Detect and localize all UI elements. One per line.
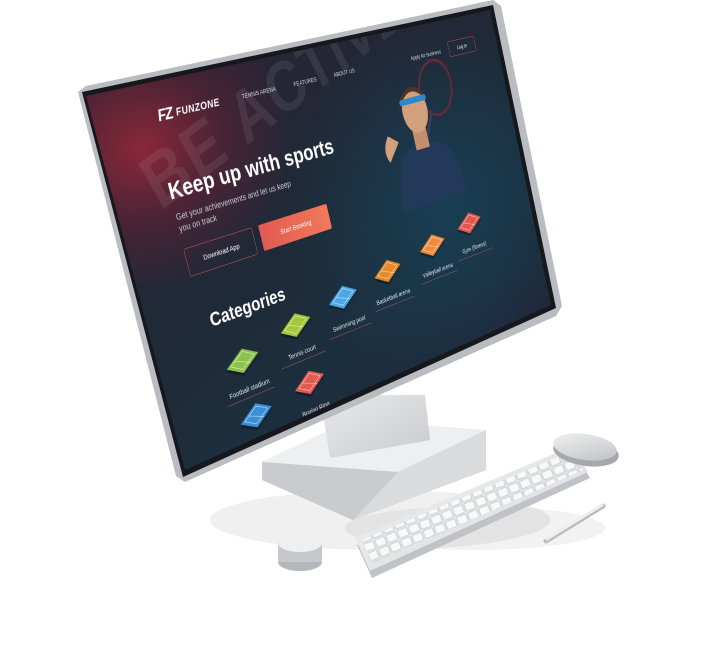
gym-icon: [451, 204, 487, 243]
basketball-court-icon: [367, 250, 407, 292]
start-booking-button[interactable]: Start Booking: [258, 204, 332, 251]
volleyball-court-icon: [413, 225, 450, 265]
swimming-pool-icon: [322, 276, 364, 320]
category-item[interactable]: Gym (fitness): [448, 203, 493, 261]
tennis-court-icon: [273, 303, 318, 349]
boxing-ring-icon: [287, 359, 331, 405]
surface-dial: [278, 534, 322, 571]
category-item[interactable]: Swimming pool: [318, 274, 371, 339]
category-item[interactable]: Tennis court: [269, 301, 325, 369]
computer-scene: FZ FUNZONE TENNIS ARENA FEATURES ABOUT U…: [0, 0, 703, 660]
download-app-button[interactable]: Download App: [183, 227, 258, 276]
category-label: Gym (fitness): [456, 238, 493, 262]
category-item[interactable]: Basketball arena: [364, 249, 414, 312]
athlete-image: [361, 54, 478, 217]
football-field-icon: [218, 337, 266, 385]
login-button[interactable]: Log in: [447, 36, 477, 57]
category-item[interactable]: Volleyball arena: [411, 224, 458, 284]
